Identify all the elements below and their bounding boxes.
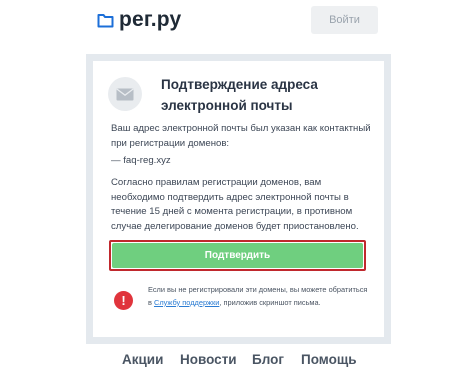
logo-text: рег.ру — [119, 8, 182, 31]
login-button[interactable]: Войти — [311, 6, 378, 34]
rules-text: Согласно правилам регистрации доменов, в… — [111, 177, 359, 232]
header: рег.ру Войти — [0, 0, 474, 42]
folder-icon — [97, 13, 114, 27]
footer-link-promotions[interactable]: Акции — [122, 352, 163, 367]
footer-link-blog[interactable]: Блог — [252, 352, 284, 367]
intro-text: Ваш адрес электронной почты был указан к… — [111, 123, 371, 149]
title-line-2: электронной почты — [161, 98, 293, 113]
envelope-icon — [108, 77, 142, 111]
support-note: Если вы не регистрировали эти домены, вы… — [148, 284, 368, 309]
note-text-after: , приложив скриншот письма. — [219, 297, 321, 307]
footer-nav: Акции Новости Блог Помощь — [0, 352, 474, 370]
domain-line: — faq-reg.xyz — [111, 155, 171, 166]
logo[interactable]: рег.ру — [97, 7, 181, 33]
footer-link-news[interactable]: Новости — [180, 352, 237, 367]
support-link[interactable]: Службу поддержки — [154, 298, 219, 307]
title-line-1: Подтверждение адреса — [161, 77, 318, 92]
footer-link-help[interactable]: Помощь — [301, 352, 357, 367]
page-title: Подтверждение адреса электронной почты — [161, 74, 371, 116]
exclamation-icon: ! — [114, 291, 133, 310]
confirm-button[interactable]: Подтвердить — [112, 243, 363, 268]
